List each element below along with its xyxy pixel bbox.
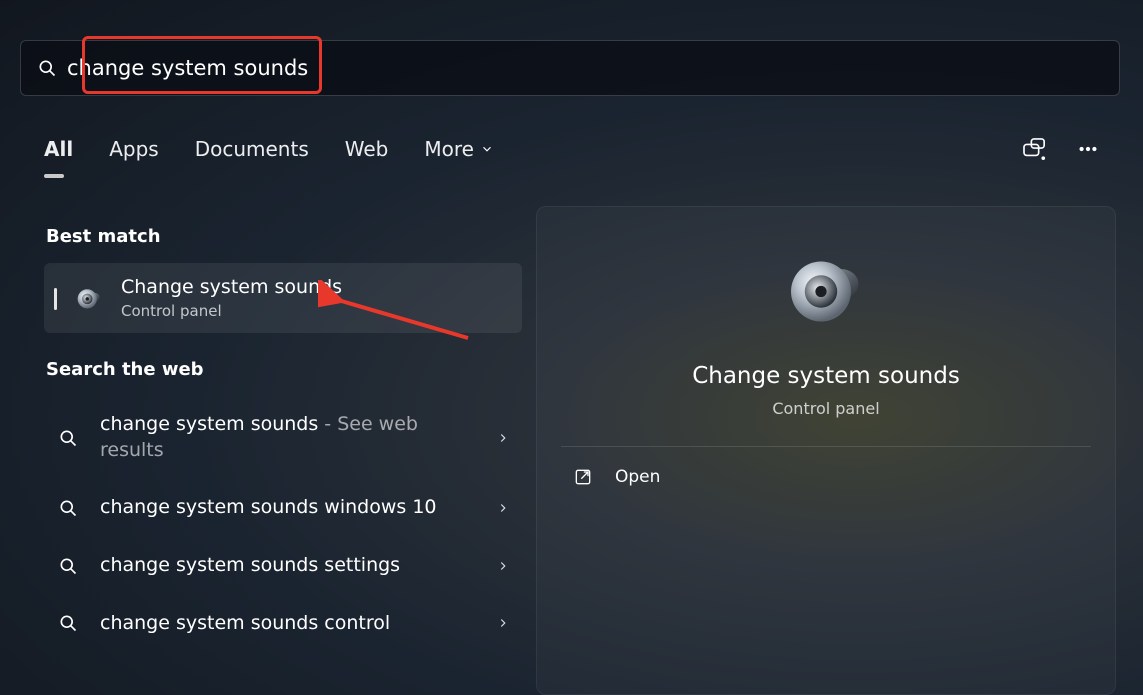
tab-all[interactable]: All bbox=[44, 137, 73, 161]
web-result-label: change system sounds - See web results bbox=[100, 412, 474, 463]
chevron-right-icon bbox=[496, 501, 510, 515]
best-match-result[interactable]: Change system sounds Control panel bbox=[44, 263, 522, 333]
search-icon bbox=[58, 428, 78, 448]
search-bar[interactable] bbox=[20, 40, 1120, 96]
tab-apps[interactable]: Apps bbox=[109, 137, 159, 161]
search-icon bbox=[37, 58, 57, 78]
tab-more-label: More bbox=[424, 137, 474, 161]
web-result-item[interactable]: change system sounds control bbox=[44, 595, 522, 653]
selection-indicator bbox=[54, 288, 57, 310]
chevron-right-icon bbox=[496, 559, 510, 573]
web-result-label: change system sounds windows 10 bbox=[100, 495, 474, 521]
tab-more[interactable]: More bbox=[424, 137, 494, 161]
search-filter-tabs: All Apps Documents Web More bbox=[44, 137, 1099, 161]
best-match-header: Best match bbox=[46, 226, 522, 247]
open-external-icon bbox=[573, 467, 593, 487]
preview-title: Change system sounds bbox=[561, 363, 1091, 389]
web-result-label: change system sounds settings bbox=[100, 553, 474, 579]
web-result-item[interactable]: change system sounds windows 10 bbox=[44, 479, 522, 537]
preview-subtitle: Control panel bbox=[561, 399, 1091, 418]
best-match-title: Change system sounds bbox=[121, 276, 342, 298]
more-options-icon[interactable] bbox=[1077, 138, 1099, 160]
search-input[interactable] bbox=[67, 56, 1111, 80]
tab-web[interactable]: Web bbox=[345, 137, 389, 161]
chevron-down-icon bbox=[480, 142, 494, 156]
search-icon bbox=[58, 498, 78, 518]
result-preview-pane: Change system sounds Control panel Open bbox=[536, 206, 1116, 695]
web-result-item[interactable]: change system sounds settings bbox=[44, 537, 522, 595]
chevron-right-icon bbox=[496, 616, 510, 630]
best-match-subtitle: Control panel bbox=[121, 302, 342, 320]
search-icon bbox=[58, 556, 78, 576]
search-web-header: Search the web bbox=[46, 359, 522, 380]
chevron-right-icon bbox=[496, 431, 510, 445]
search-results-column: Best match Change system sounds Control … bbox=[44, 214, 522, 695]
active-tab-indicator bbox=[44, 174, 64, 178]
web-results-list: change system sounds - See web results c… bbox=[44, 396, 522, 652]
web-result-item[interactable]: change system sounds - See web results bbox=[44, 396, 522, 479]
tab-documents[interactable]: Documents bbox=[195, 137, 309, 161]
speaker-icon bbox=[75, 284, 103, 312]
search-icon bbox=[58, 613, 78, 633]
speaker-icon bbox=[786, 249, 866, 329]
open-action[interactable]: Open bbox=[537, 447, 1115, 507]
chat-with-bing-icon[interactable] bbox=[1023, 138, 1047, 160]
web-result-label: change system sounds control bbox=[100, 611, 474, 637]
open-action-label: Open bbox=[615, 467, 660, 487]
